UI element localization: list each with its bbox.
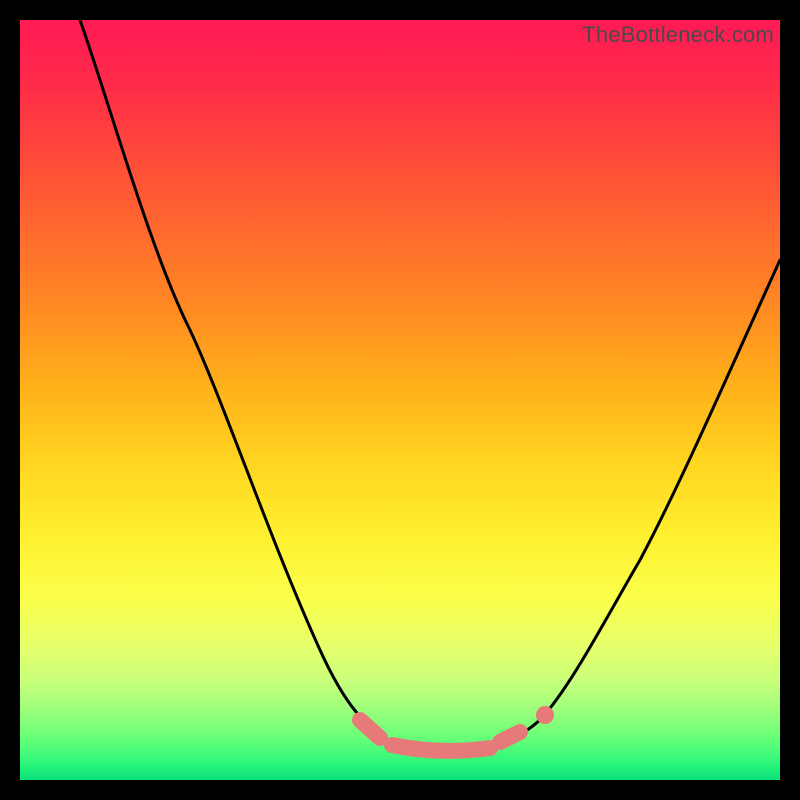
chart-plot-area: TheBottleneck.com [20,20,780,780]
chart-frame: TheBottleneck.com [0,0,800,800]
marker-segment-bottom [392,745,490,751]
chart-svg [20,20,780,780]
bottleneck-curve [80,20,780,754]
marker-segment-left [360,720,380,738]
marker-dot-right [536,706,554,724]
marker-segment-right [500,732,520,742]
